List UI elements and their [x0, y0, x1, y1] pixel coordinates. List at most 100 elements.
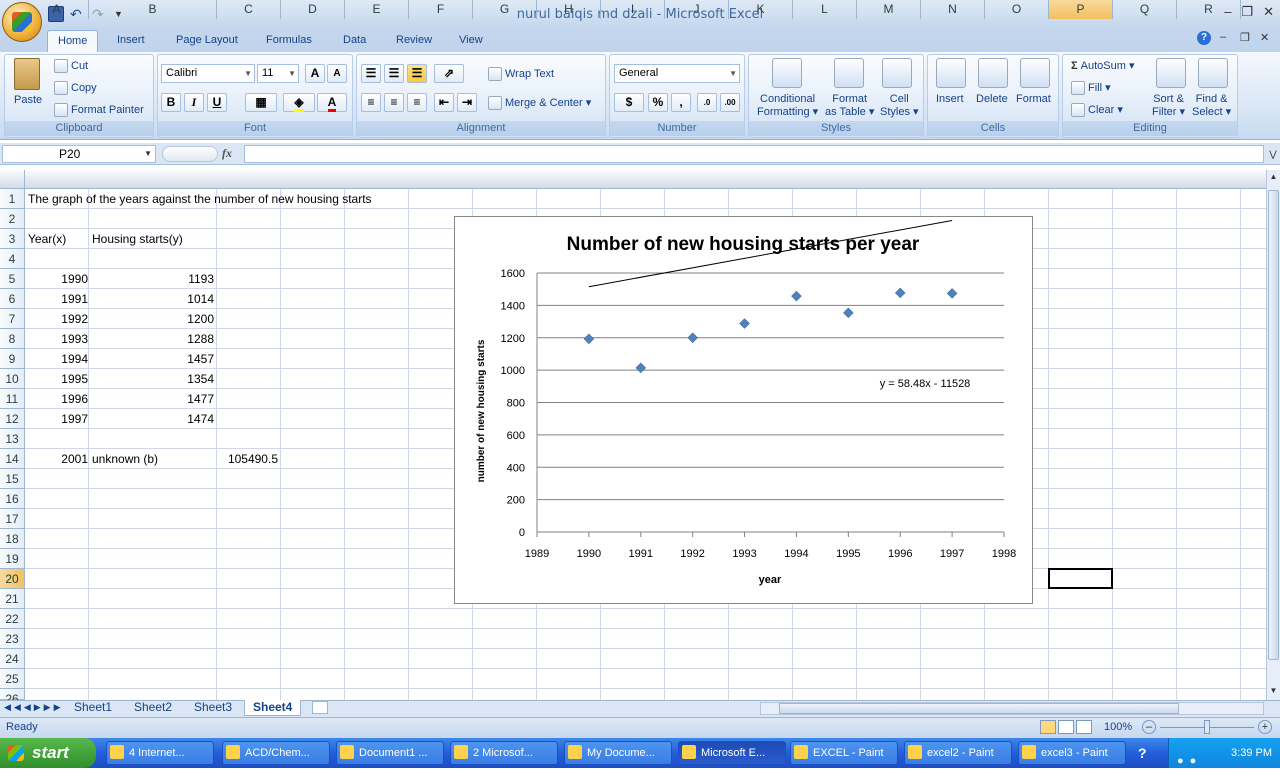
row-header-8[interactable]: 8 [0, 329, 25, 349]
cell-a14[interactable]: 2001 [26, 449, 88, 469]
tray-icons[interactable]: ●● [1177, 746, 1202, 776]
row-header-2[interactable]: 2 [0, 209, 25, 229]
office-button[interactable] [2, 2, 42, 42]
percent-button[interactable]: % [648, 93, 668, 112]
tab-home[interactable]: Home [47, 30, 99, 52]
font-color-icon[interactable]: A [317, 93, 347, 112]
delete-cells-button[interactable]: Delete [976, 93, 1008, 105]
cell-housing-starts[interactable]: 1477 [90, 389, 214, 409]
cell-year[interactable]: 1995 [26, 369, 88, 389]
close-icon[interactable]: ✕ [1263, 4, 1274, 20]
row-header-11[interactable]: 11 [0, 389, 25, 409]
sheet-tab-2[interactable]: Sheet2 [126, 700, 180, 716]
row-header-9[interactable]: 9 [0, 349, 25, 369]
tab-data[interactable]: Data [333, 30, 376, 52]
cell-year[interactable]: 1993 [26, 329, 88, 349]
cell-year[interactable]: 1990 [26, 269, 88, 289]
col-header-d[interactable]: D [281, 0, 345, 19]
tab-insert[interactable]: Insert [107, 30, 155, 52]
row-header-25[interactable]: 25 [0, 669, 25, 689]
cut-button[interactable]: Cut [54, 59, 88, 73]
align-right-icon[interactable]: ≡ [407, 93, 427, 112]
cell-year[interactable]: 1996 [26, 389, 88, 409]
row-header-14[interactable]: 14 [0, 449, 25, 469]
cell-housing-starts[interactable]: 1193 [90, 269, 214, 289]
col-header-c[interactable]: C [217, 0, 281, 19]
binoculars-icon[interactable] [1198, 58, 1228, 88]
row-header-16[interactable]: 16 [0, 489, 25, 509]
row-header-20[interactable]: 20 [0, 569, 25, 589]
number-format-combo[interactable]: General ▼ [614, 64, 740, 83]
format-as-table-icon[interactable] [834, 58, 864, 88]
scatter-chart[interactable]: Number of new housing starts per year 0 20… [454, 216, 1033, 604]
cell-c14[interactable]: 105490.5 [218, 449, 278, 469]
row-header-10[interactable]: 10 [0, 369, 25, 389]
fill-color-icon[interactable]: ◈ [283, 93, 315, 112]
col-header-g[interactable]: G [473, 0, 537, 19]
col-header-j[interactable]: J [665, 0, 729, 19]
paste-icon[interactable] [10, 58, 44, 94]
align-left-icon[interactable]: ≡ [361, 93, 381, 112]
decrease-indent-icon[interactable]: ⇤ [434, 93, 454, 112]
autosum-button[interactable]: Σ AutoSum ▾ [1071, 59, 1135, 72]
cell-styles-icon[interactable] [882, 58, 912, 88]
cell-year[interactable]: 1997 [26, 409, 88, 429]
delete-cells-icon[interactable] [978, 58, 1008, 88]
col-header-q[interactable]: Q [1113, 0, 1177, 19]
increase-indent-icon[interactable]: ⇥ [457, 93, 477, 112]
cell-housing-starts[interactable]: 1014 [90, 289, 214, 309]
row-header-23[interactable]: 23 [0, 629, 25, 649]
h-scroll-thumb[interactable] [779, 703, 1179, 714]
find-select-button[interactable]: Find & Select ▾ [1192, 93, 1231, 119]
page-layout-view-icon[interactable] [1058, 720, 1074, 734]
clear-button[interactable]: Clear ▾ [1071, 103, 1123, 118]
col-header-b[interactable]: B [89, 0, 217, 19]
start-button[interactable]: start [0, 738, 96, 768]
help-icon[interactable]: ? [1197, 31, 1211, 45]
font-size-combo[interactable]: 11 ▼ [257, 64, 299, 83]
col-header-k[interactable]: K [729, 0, 793, 19]
borders-icon[interactable]: ▦ [245, 93, 277, 112]
sheet-nav-icons[interactable]: ◀◀◀▶▶▶ [4, 702, 64, 713]
cell-housing-starts[interactable]: 1474 [90, 409, 214, 429]
col-header-n[interactable]: N [921, 0, 985, 19]
col-header-i[interactable]: I [601, 0, 665, 19]
zoom-slider-thumb[interactable] [1204, 720, 1210, 734]
col-header-o[interactable]: O [985, 0, 1049, 19]
wrap-text-button[interactable]: Wrap Text [488, 67, 554, 81]
col-header-l[interactable]: L [793, 0, 857, 19]
conditional-formatting-button[interactable]: Conditional Formatting ▾ [757, 93, 818, 119]
row-header-1[interactable]: 1 [0, 189, 25, 209]
row-header-12[interactable]: 12 [0, 409, 25, 429]
vertical-scrollbar[interactable]: ▲ ▼ [1266, 170, 1280, 700]
format-cells-icon[interactable] [1020, 58, 1050, 88]
insert-cells-button[interactable]: Insert [936, 93, 964, 105]
zoom-in-icon[interactable]: + [1258, 720, 1272, 734]
sheet-tab-active[interactable]: Sheet4 [244, 700, 302, 716]
underline-button[interactable]: U [207, 93, 227, 112]
expand-formula-bar-icon[interactable]: ⋁ [1266, 145, 1280, 163]
increase-decimal-icon[interactable]: .0 [697, 93, 717, 112]
conditional-formatting-icon[interactable] [772, 58, 802, 88]
row-header-19[interactable]: 19 [0, 549, 25, 569]
row-header-13[interactable]: 13 [0, 429, 25, 449]
sort-filter-button[interactable]: Sort & Filter ▾ [1152, 93, 1185, 119]
col-header-p[interactable]: P [1049, 0, 1113, 19]
decrease-decimal-icon[interactable]: .00 [720, 93, 740, 112]
format-as-table-button[interactable]: Format as Table ▾ [825, 93, 874, 119]
row-header-24[interactable]: 24 [0, 649, 25, 669]
bold-button[interactable]: B [161, 93, 181, 112]
cell-year[interactable]: 1994 [26, 349, 88, 369]
workbook-restore-icon[interactable]: ❐ [1240, 31, 1250, 44]
row-header-17[interactable]: 17 [0, 509, 25, 529]
copy-button[interactable]: Copy [54, 81, 97, 95]
workbook-close-icon[interactable]: ✕ [1260, 31, 1269, 44]
row-header-22[interactable]: 22 [0, 609, 25, 629]
col-header-m[interactable]: M [857, 0, 921, 19]
tab-review[interactable]: Review [386, 30, 442, 52]
row-header-3[interactable]: 3 [0, 229, 25, 249]
normal-view-icon[interactable] [1040, 720, 1056, 734]
align-center-icon[interactable]: ≡ [384, 93, 404, 112]
format-painter-button[interactable]: Format Painter [54, 103, 144, 117]
horizontal-scrollbar[interactable] [760, 702, 1264, 715]
